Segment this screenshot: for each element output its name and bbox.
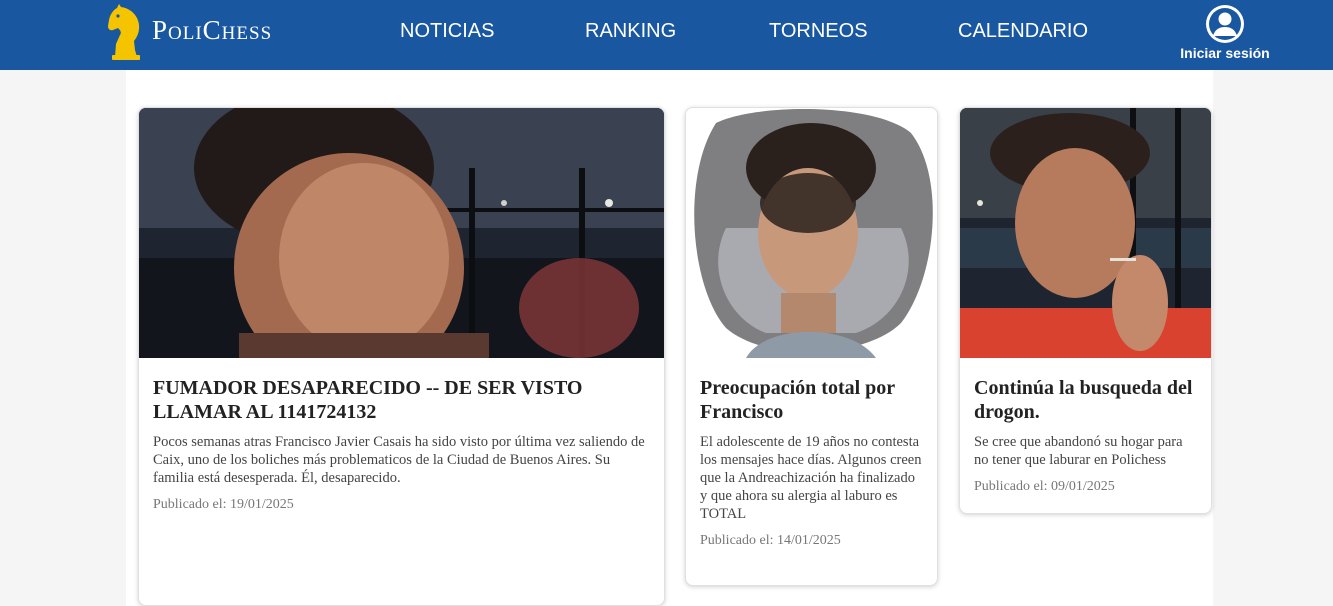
news-card-description: El adolescente de 19 años no contesta lo… (700, 434, 922, 522)
login-label: Iniciar sesión (1180, 45, 1270, 61)
login-button[interactable]: Iniciar sesión (1172, 3, 1278, 65)
news-card-body: Preocupación total por Francisco El adol… (700, 376, 923, 550)
news-card[interactable]: Continúa la busqueda del drogon. Se cree… (959, 107, 1212, 514)
news-card-date: Publicado el: 09/01/2025 (974, 479, 1115, 494)
news-card-date: Publicado el: 14/01/2025 (700, 533, 841, 548)
polichess-logo[interactable]: PoliChess (106, 3, 306, 61)
nav-noticias[interactable]: NOTICIAS (400, 20, 494, 43)
nav-torneos[interactable]: TORNEOS (769, 20, 868, 43)
news-card-body: Continúa la busqueda del drogon. Se cree… (974, 376, 1197, 496)
news-card-title[interactable]: FUMADOR DESAPARECIDO -- DE SER VISTO LLA… (153, 376, 650, 424)
user-circle-icon (1206, 5, 1244, 43)
news-card-image (139, 108, 664, 358)
news-card-title[interactable]: Preocupación total por Francisco (700, 376, 923, 424)
news-card-body: FUMADOR DESAPARECIDO -- DE SER VISTO LLA… (153, 376, 650, 514)
nav-calendario[interactable]: CALENDARIO (958, 20, 1088, 43)
news-card-title[interactable]: Continúa la busqueda del drogon. (974, 376, 1197, 424)
news-card-image (686, 108, 937, 358)
brand-name: PoliChess (152, 15, 273, 45)
news-card-description: Se cree que abandonó su hogar para no te… (974, 434, 1183, 468)
news-card-description: Pocos semanas atras Francisco Javier Cas… (153, 434, 645, 486)
news-card-image (960, 108, 1211, 358)
knight-icon (108, 4, 140, 60)
news-card[interactable]: Preocupación total por Francisco El adol… (685, 107, 938, 586)
news-card[interactable]: FUMADOR DESAPARECIDO -- DE SER VISTO LLA… (138, 107, 665, 606)
news-card-date: Publicado el: 19/01/2025 (153, 497, 294, 512)
news-section: FUMADOR DESAPARECIDO -- DE SER VISTO LLA… (126, 70, 1213, 606)
nav-ranking[interactable]: RANKING (585, 20, 676, 43)
top-navbar: PoliChess NOTICIAS RANKING TORNEOS CALEN… (0, 0, 1333, 70)
